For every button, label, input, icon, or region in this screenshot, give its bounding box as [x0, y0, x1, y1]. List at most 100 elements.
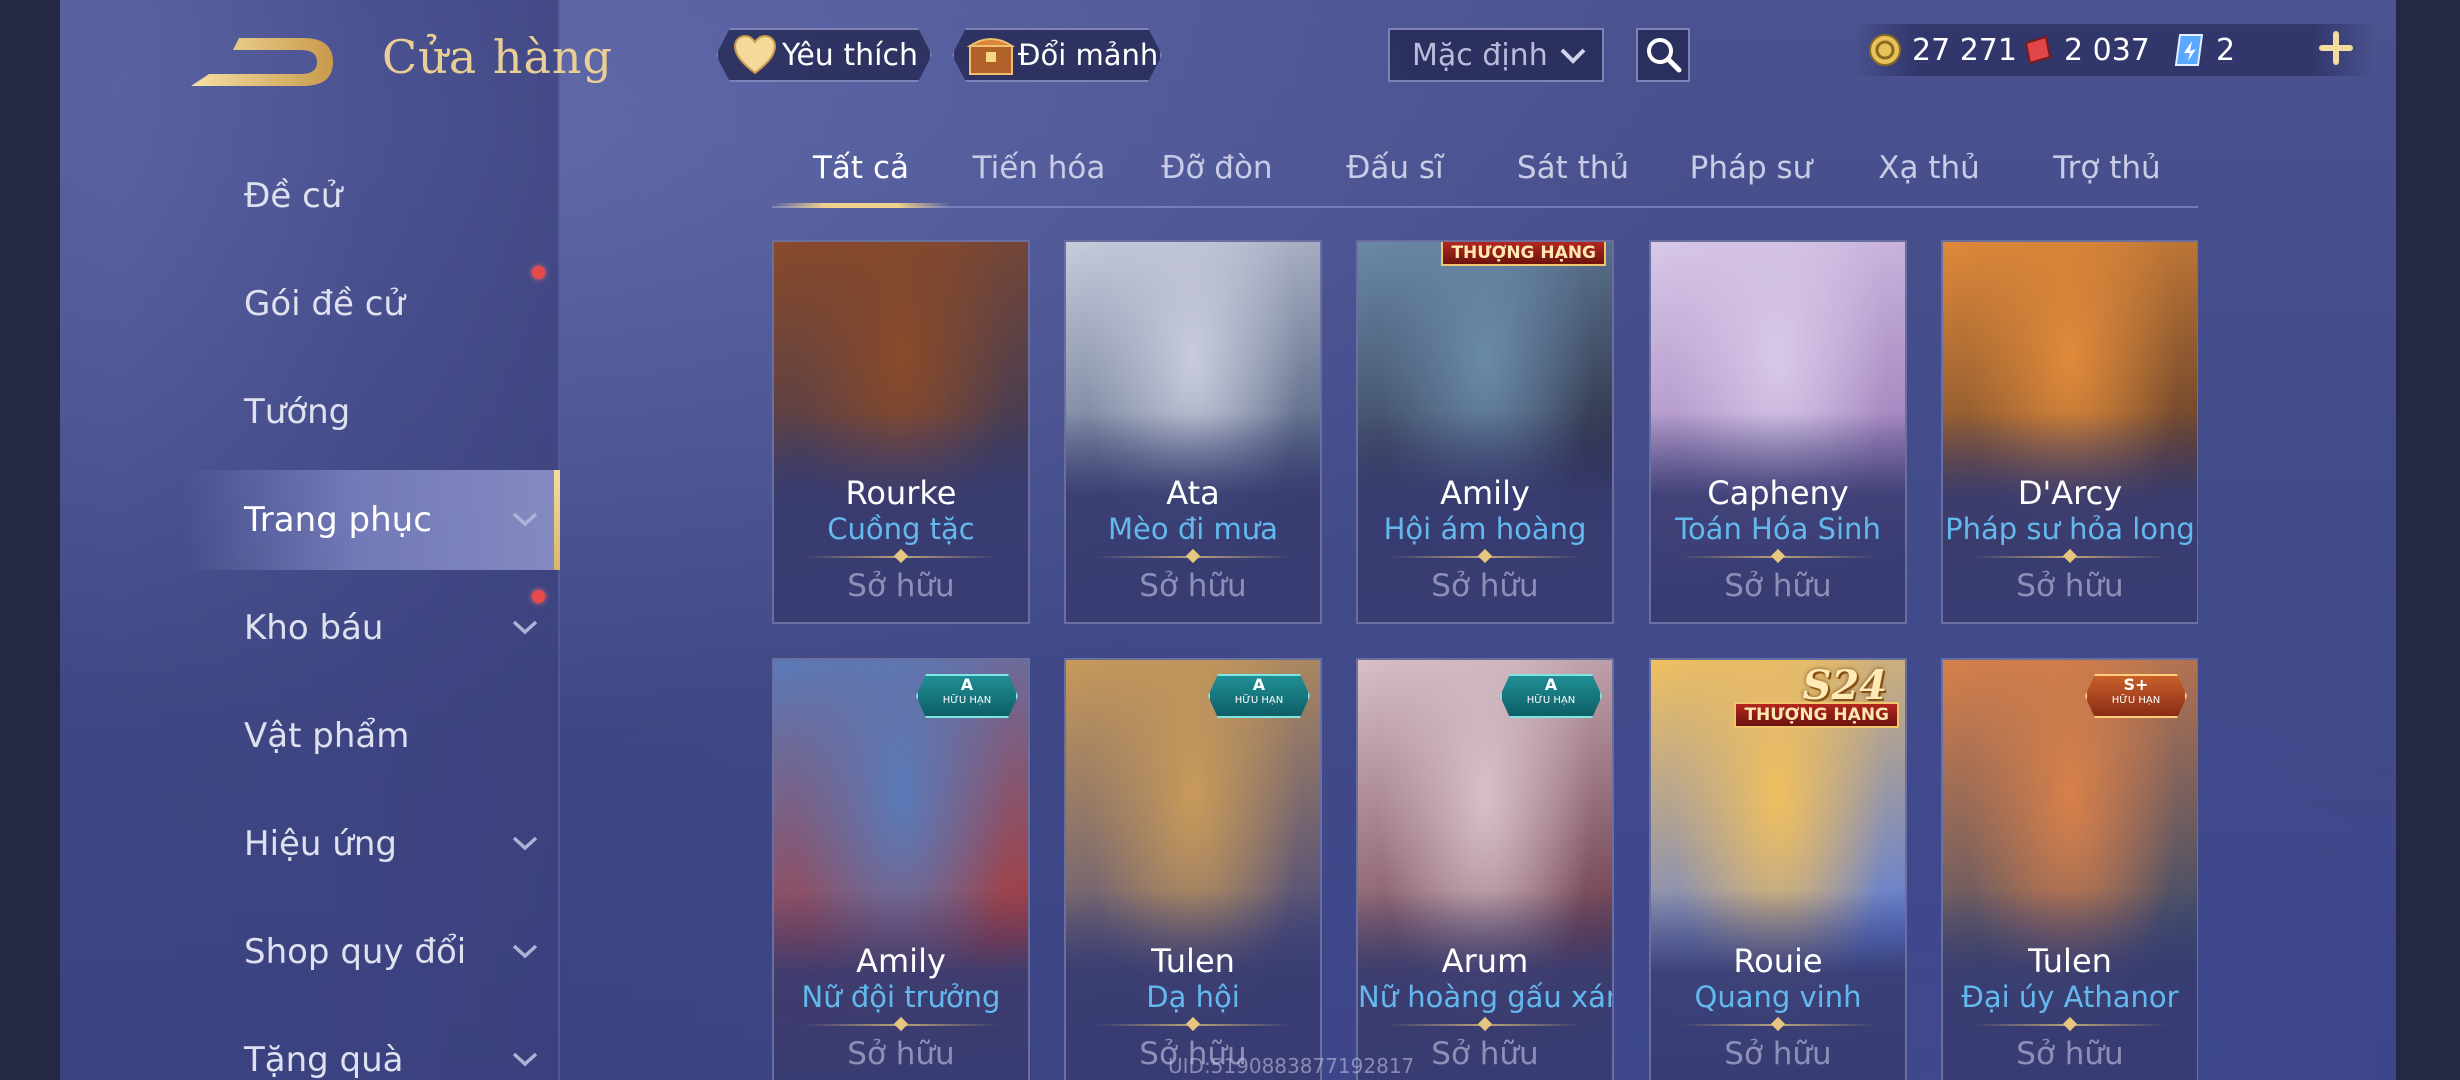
skin-grid: Rourke Cuồng tặc Sở hữu Ata Mèo đi mưa Sở hữu… — [772, 240, 2198, 1080]
skin-card[interactable]: S+ HỮU HẠN Tulen Đại úy Athanor Sở hữu — [1941, 658, 2198, 1080]
sidebar-item-2[interactable]: Tướng — [184, 362, 560, 462]
exchange-shards-button[interactable]: Đổi mảnh — [952, 28, 1162, 82]
sidebar-item-label: Trang phục — [244, 500, 432, 540]
treasure-chest-icon — [966, 32, 1016, 78]
skin-card[interactable]: A HỮU HẠN Tulen Dạ hội Sở hữu — [1064, 658, 1322, 1080]
notification-dot — [532, 590, 545, 603]
sidebar-item-7[interactable]: Shop quy đổi — [184, 902, 560, 1002]
skin-name: Nữ đội trưởng — [801, 980, 1001, 1014]
user-id-watermark: UID:5190883877192817 — [1168, 1054, 1415, 1078]
tab-1[interactable]: Tiến hóa — [950, 140, 1128, 204]
sidebar-item-label: Tặng quà — [244, 1040, 404, 1080]
ownership-status: Sở hữu — [2016, 1036, 2124, 1072]
chevron-down-icon — [512, 1052, 538, 1067]
skin-card[interactable]: D'Arcy Pháp sư hỏa long Sở hữu — [1941, 240, 2198, 624]
blue-card-icon — [2174, 34, 2204, 66]
rank-badge: THƯỢNG HẠNG — [1734, 702, 1899, 728]
favorites-button[interactable]: Yêu thích — [716, 28, 932, 82]
hero-name: Tulen — [2028, 942, 2112, 980]
sidebar-item-0[interactable]: Đề cử — [184, 146, 560, 246]
skin-card[interactable]: A HỮU HẠN Amily Nữ đội trưởng Sở hữu — [772, 658, 1030, 1080]
tab-0[interactable]: Tất cả — [772, 140, 950, 208]
tab-4[interactable]: Sát thủ — [1484, 140, 1662, 204]
sidebar-item-5[interactable]: Vật phẩm — [184, 686, 560, 786]
plus-icon — [2319, 31, 2353, 65]
tab-3[interactable]: Đấu sĩ — [1306, 140, 1484, 204]
sort-dropdown[interactable]: Mặc định — [1388, 28, 1604, 82]
chevron-down-icon — [512, 944, 538, 959]
notification-dot — [532, 266, 545, 279]
exchange-label: Đổi mảnh — [1018, 38, 1159, 72]
ownership-status: Sở hữu — [1431, 568, 1539, 604]
skin-name: Hội ám hoàng — [1383, 512, 1587, 546]
sidebar-item-4[interactable]: Kho báu — [184, 578, 560, 678]
skin-card[interactable]: A HỮU HẠN Arum Nữ hoàng gấu xám Sở hữu — [1356, 658, 1614, 1080]
skin-card[interactable]: Rourke Cuồng tặc Sở hữu — [772, 240, 1030, 624]
grade-badge-sub: HỮU HẠN — [2111, 695, 2161, 706]
heart-icon — [732, 33, 778, 77]
sidebar-item-3[interactable]: Trang phục — [184, 470, 560, 570]
tab-label: Đỡ đòn — [1161, 150, 1273, 186]
grade-badge: S+ HỮU HẠN — [2085, 674, 2187, 718]
grade-badge-sub: HỮU HẠN — [942, 695, 992, 706]
skin-card[interactable]: Capheny Toán Hóa Sinh Sở hữu — [1649, 240, 1907, 624]
active-tab-underline — [772, 203, 950, 208]
sidebar-item-label: Tướng — [244, 392, 351, 432]
ownership-status: Sở hữu — [847, 568, 955, 604]
skin-name: Nữ hoàng gấu xám — [1358, 980, 1614, 1014]
skin-name: Mèo đi mưa — [1108, 512, 1278, 546]
favorites-label: Yêu thích — [782, 37, 918, 73]
search-button[interactable] — [1636, 28, 1690, 82]
chevron-down-icon — [1560, 48, 1586, 64]
grade-badge: A HỮU HẠN — [1500, 674, 1602, 718]
sidebar-item-label: Đề cử — [244, 176, 343, 216]
skin-name: Cuồng tặc — [827, 512, 975, 546]
gold-coin-value: 27 271 — [1912, 32, 2017, 68]
sort-selected-value: Mặc định — [1412, 38, 1548, 73]
category-tabs: Tất cả Tiến hóa Đỡ đòn Đấu sĩ Sát thủ Pháp sư… — [772, 140, 2198, 208]
blue-card-balance: 2 — [2172, 24, 2235, 76]
tab-label: Đấu sĩ — [1346, 150, 1444, 186]
hero-name: Amily — [856, 942, 946, 980]
tab-7[interactable]: Trợ thủ — [2018, 140, 2196, 204]
skin-name: Quang vinh — [1694, 980, 1862, 1014]
hero-name: Capheny — [1707, 474, 1849, 512]
ownership-status: Sở hữu — [1724, 1036, 1832, 1072]
grade-badge: A HỮU HẠN — [1208, 674, 1310, 718]
sidebar-item-1[interactable]: Gói đề cử — [184, 254, 560, 354]
sidebar-item-label: Kho báu — [244, 608, 384, 648]
ownership-status: Sở hữu — [1139, 568, 1247, 604]
hero-name: Tulen — [1151, 942, 1235, 980]
rank-badge: THƯỢNG HẠNG — [1441, 242, 1606, 266]
tab-label: Tất cả — [813, 150, 909, 186]
skin-name: Đại úy Athanor — [1961, 980, 2179, 1014]
grade-badge-grade: A — [1544, 675, 1558, 694]
search-icon — [1647, 38, 1682, 73]
sidebar-item-8[interactable]: Tặng quà — [184, 1010, 560, 1080]
shop-screen: Cửa hàng Đề cử Gói đề cử Tướng Trang phục Kh… — [60, 0, 2396, 1080]
skin-card[interactable]: THƯỢNG HẠNG Amily Hội ám hoàng Sở hữu — [1356, 240, 1614, 624]
grade-badge-grade: A — [960, 675, 974, 694]
hero-name: Rouie — [1733, 942, 1823, 980]
grade-badge-grade: A — [1252, 675, 1266, 694]
hero-name: Rourke — [845, 474, 957, 512]
sidebar-item-6[interactable]: Hiệu ứng — [184, 794, 560, 894]
hero-name: Arum — [1441, 942, 1529, 980]
tab-5[interactable]: Pháp sư — [1662, 140, 1840, 204]
tab-label: Pháp sư — [1689, 150, 1813, 186]
sidebar-item-label: Gói đề cử — [244, 284, 405, 324]
skin-card[interactable]: S24 THƯỢNG HẠNG Rouie Quang vinh Sở hữu — [1649, 658, 1907, 1080]
tab-label: Xạ thủ — [1878, 150, 1980, 186]
tab-2[interactable]: Đỡ đòn — [1128, 140, 1306, 204]
gold-coin-icon — [1869, 34, 1901, 66]
hero-name: Ata — [1166, 474, 1220, 512]
skin-name: Pháp sư hỏa long — [1945, 512, 2195, 546]
back-button[interactable] — [183, 32, 343, 92]
tab-label: Trợ thủ — [2053, 150, 2161, 186]
skin-card[interactable]: Ata Mèo đi mưa Sở hữu — [1064, 240, 1322, 624]
grade-badge-grade: S+ — [2123, 675, 2149, 694]
grade-badge-sub: HỮU HẠN — [1526, 695, 1576, 706]
add-currency-button[interactable] — [2316, 28, 2356, 68]
grade-badge: A HỮU HẠN — [916, 674, 1018, 718]
tab-6[interactable]: Xạ thủ — [1840, 140, 2018, 204]
